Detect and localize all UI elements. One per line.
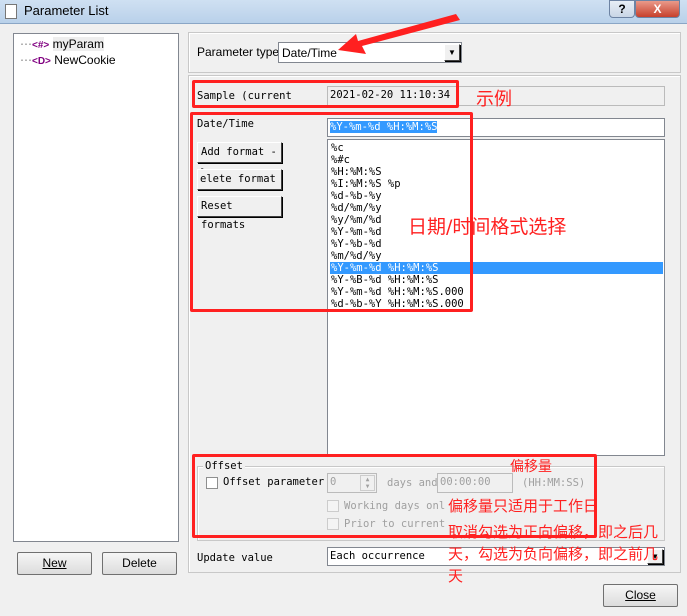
red-arrow-icon	[338, 14, 460, 54]
